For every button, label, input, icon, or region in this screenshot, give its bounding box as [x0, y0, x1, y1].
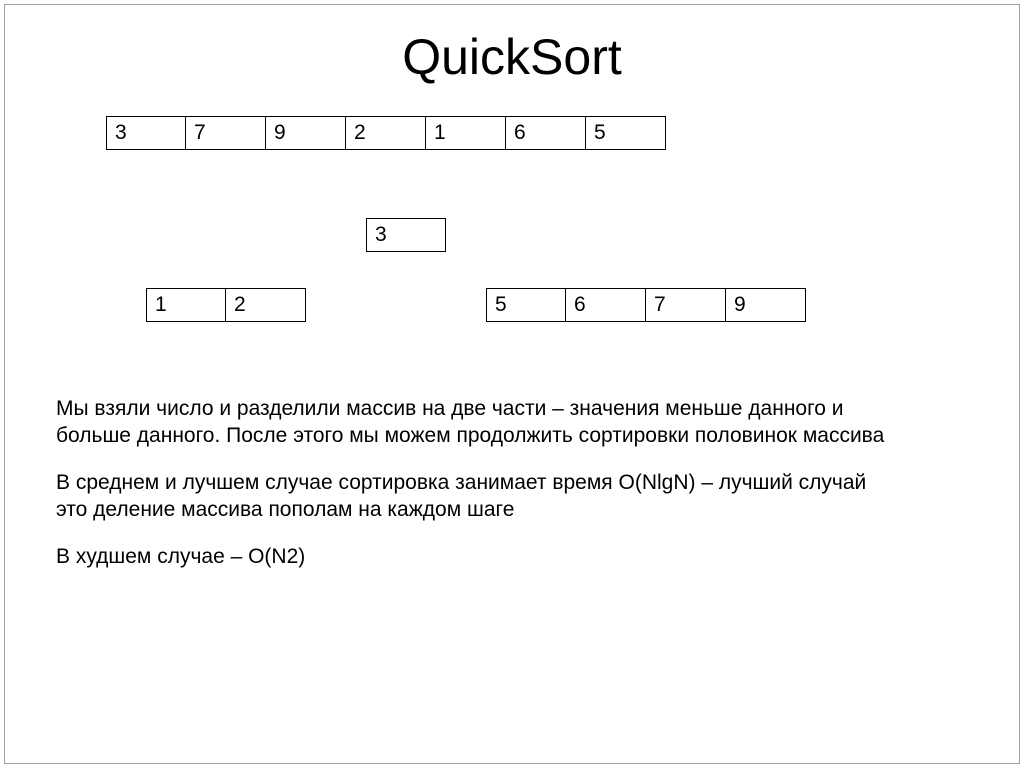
array-cell: 3 — [366, 218, 446, 252]
array-cell: 9 — [726, 288, 806, 322]
array-row-left: 12 — [146, 288, 306, 322]
array-row-top: 3792165 — [106, 116, 666, 150]
array-cell: 2 — [226, 288, 306, 322]
array-cell: 3 — [106, 116, 186, 150]
diagram-area: 3792165 3 12 5679 — [86, 116, 968, 376]
array-cell: 1 — [146, 288, 226, 322]
array-cell: 6 — [506, 116, 586, 150]
array-row-pivot: 3 — [366, 218, 446, 252]
array-cell: 9 — [266, 116, 346, 150]
array-cell: 2 — [346, 116, 426, 150]
array-cell: 5 — [586, 116, 666, 150]
array-cell: 1 — [426, 116, 506, 150]
body-paragraph-2: В среднем и лучшем случае сортировка зан… — [56, 470, 896, 524]
array-cell: 5 — [486, 288, 566, 322]
array-row-right: 5679 — [486, 288, 806, 322]
array-cell: 7 — [186, 116, 266, 150]
page-title: QuickSort — [56, 28, 968, 86]
array-cell: 7 — [646, 288, 726, 322]
array-cell: 6 — [566, 288, 646, 322]
body-paragraph-3: В худшем случае – O(N2) — [56, 544, 896, 571]
body-paragraph-1: Мы взяли число и разделили массив на две… — [56, 396, 896, 450]
